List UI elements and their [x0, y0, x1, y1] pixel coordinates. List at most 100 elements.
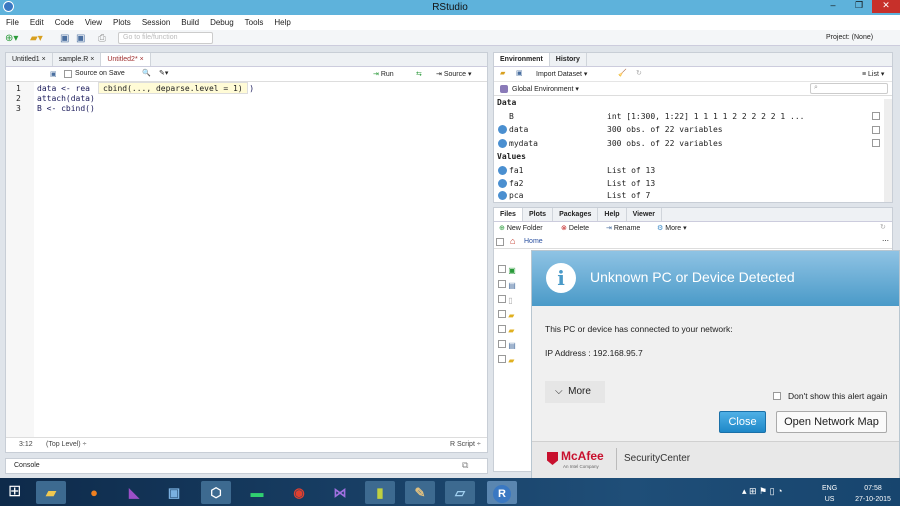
- menu-view[interactable]: View: [85, 18, 102, 27]
- language-indicator[interactable]: ENG US: [822, 483, 837, 505]
- save-workspace-icon[interactable]: ▣: [516, 69, 523, 77]
- file-checkbox[interactable]: [498, 325, 506, 333]
- env-row-fa1[interactable]: fa1 List of 13: [494, 164, 892, 178]
- tab-help[interactable]: Help: [598, 208, 627, 221]
- code-tools-icon[interactable]: ✎▾: [159, 69, 168, 77]
- close-alert-button[interactable]: Close: [719, 411, 766, 433]
- dont-show-checkbox[interactable]: [773, 392, 781, 400]
- tab-viewer[interactable]: Viewer: [627, 208, 663, 221]
- save-icon[interactable]: ▣: [50, 70, 57, 78]
- refresh-icon[interactable]: ↻: [880, 223, 886, 231]
- scope-selector[interactable]: Global Environment ▾: [512, 85, 579, 93]
- load-workspace-icon[interactable]: ▰: [500, 69, 505, 77]
- taskbar-remote-desktop-icon[interactable]: ▣: [159, 481, 189, 504]
- grid-view-icon[interactable]: [872, 112, 880, 121]
- menu-file[interactable]: File: [6, 18, 19, 27]
- file-checkbox[interactable]: [498, 355, 506, 363]
- menu-help[interactable]: Help: [274, 18, 290, 27]
- taskbar-app-icon[interactable]: ▬: [242, 481, 272, 504]
- file-checkbox[interactable]: [498, 340, 506, 348]
- open-file-icon[interactable]: ▰▾: [30, 33, 43, 44]
- tab-environment[interactable]: Environment: [494, 53, 550, 66]
- scope-selector[interactable]: (Top Level) ÷: [46, 441, 86, 448]
- new-folder-button[interactable]: ⊕ New Folder: [499, 224, 543, 232]
- new-file-icon[interactable]: ⊕▾: [5, 33, 18, 44]
- source-on-save-checkbox[interactable]: [64, 70, 72, 78]
- delete-button[interactable]: ⊗ Delete: [561, 224, 589, 232]
- taskbar-app2-icon[interactable]: ▮: [365, 481, 395, 504]
- search-icon[interactable]: 🔍: [142, 69, 151, 77]
- tab-untitled1[interactable]: Untitled1 ×: [6, 53, 53, 66]
- menu-session[interactable]: Session: [142, 18, 170, 27]
- print-icon[interactable]: ⎙: [98, 33, 106, 44]
- file-type-selector[interactable]: R Script ÷: [450, 441, 481, 448]
- tab-packages[interactable]: Packages: [553, 208, 599, 221]
- menu-edit[interactable]: Edit: [30, 18, 44, 27]
- select-all-checkbox[interactable]: [496, 238, 504, 246]
- grid-view-icon[interactable]: [872, 139, 880, 148]
- source-button[interactable]: ⇥ Source ▾: [436, 70, 471, 78]
- code-area[interactable]: 1 2 3 data <- reacsv") attach(data) B <-…: [6, 82, 487, 437]
- menu-debug[interactable]: Debug: [210, 18, 234, 27]
- close-button[interactable]: ✕: [872, 0, 900, 13]
- save-all-icon[interactable]: ▣: [76, 33, 85, 44]
- env-row-b[interactable]: Bint [1:300, 1:22] 1 1 1 1 2 2 2 2 2 1 .…: [494, 110, 892, 124]
- more-button[interactable]: ⚙ More ▾: [657, 224, 687, 232]
- more-options-icon[interactable]: ⋯: [882, 237, 889, 245]
- tab-sample-r[interactable]: sample.R ×: [53, 53, 102, 66]
- home-link[interactable]: Home: [524, 238, 543, 245]
- menu-plots[interactable]: Plots: [113, 18, 131, 27]
- tab-history[interactable]: History: [550, 53, 587, 66]
- maximize-button[interactable]: ❐: [846, 0, 872, 13]
- expand-icon[interactable]: [498, 191, 507, 200]
- goto-file-input[interactable]: Go to file/function: [118, 32, 213, 44]
- file-checkbox[interactable]: [498, 295, 506, 303]
- expand-icon[interactable]: [498, 125, 507, 135]
- env-row-fa2[interactable]: fa2 List of 13: [494, 177, 892, 191]
- refresh-icon[interactable]: ↻: [636, 69, 642, 77]
- console-pane[interactable]: Console ⧉: [5, 458, 488, 474]
- save-icon[interactable]: ▣: [60, 33, 69, 44]
- project-menu[interactable]: Project: (None): [826, 34, 873, 41]
- menu-build[interactable]: Build: [181, 18, 199, 27]
- file-checkbox[interactable]: [498, 265, 506, 273]
- taskbar-paint-icon[interactable]: ✎: [405, 481, 435, 504]
- rename-button[interactable]: ⇥ Rename: [606, 224, 640, 232]
- file-checkbox[interactable]: [498, 280, 506, 288]
- taskbar-visual-studio-icon[interactable]: ◣: [119, 481, 149, 504]
- taskbar-firefox-icon[interactable]: ●: [79, 481, 109, 504]
- rerun-icon[interactable]: ⇆: [416, 70, 422, 78]
- tab-untitled2[interactable]: Untitled2* ×: [101, 53, 151, 66]
- system-tray-icons[interactable]: ▴ ⊞ ⚑ ▯ ◔: [742, 486, 783, 497]
- taskbar-vs-icon[interactable]: ⋈: [325, 481, 355, 504]
- run-button[interactable]: ⇥ Run: [373, 70, 394, 78]
- menu-tools[interactable]: Tools: [245, 18, 264, 27]
- restore-pane-icon[interactable]: ⧉: [462, 460, 468, 471]
- import-dataset-button[interactable]: Import Dataset ▾: [536, 70, 587, 78]
- tab-files[interactable]: Files: [494, 208, 523, 221]
- grid-view-icon[interactable]: [872, 125, 880, 134]
- taskbar-rstudio-icon[interactable]: R: [487, 481, 517, 504]
- taskbar-virtualbox-icon[interactable]: ⬡: [201, 481, 231, 504]
- taskbar-notepad-icon[interactable]: ▱: [445, 481, 475, 504]
- env-row-pca[interactable]: pca List of 7: [494, 191, 892, 201]
- menu-code[interactable]: Code: [55, 18, 74, 27]
- more-details-button[interactable]: ⌵ More: [545, 381, 605, 403]
- taskbar-file-explorer-icon[interactable]: ▰: [36, 481, 66, 504]
- env-row-data[interactable]: data 300 obs. of 22 variables: [494, 123, 892, 137]
- minimize-button[interactable]: ‒: [820, 0, 846, 13]
- start-button[interactable]: ⊞: [8, 484, 21, 500]
- file-checkbox[interactable]: [498, 310, 506, 318]
- env-row-mydata[interactable]: mydata 300 obs. of 22 variables: [494, 137, 892, 151]
- view-mode-selector[interactable]: ≡ List ▾: [862, 70, 884, 78]
- scrollbar[interactable]: [884, 99, 892, 202]
- broom-icon[interactable]: 🧹: [618, 69, 627, 77]
- taskbar-chrome-icon[interactable]: ◉: [284, 481, 314, 504]
- tab-plots[interactable]: Plots: [523, 208, 554, 221]
- expand-icon[interactable]: [498, 179, 507, 189]
- expand-icon[interactable]: [498, 165, 507, 175]
- environment-search-input[interactable]: ⌕: [810, 83, 888, 94]
- expand-icon[interactable]: [498, 138, 507, 148]
- clock[interactable]: 07:58 27-10-2015: [852, 483, 894, 505]
- open-network-map-button[interactable]: Open Network Map: [776, 411, 887, 433]
